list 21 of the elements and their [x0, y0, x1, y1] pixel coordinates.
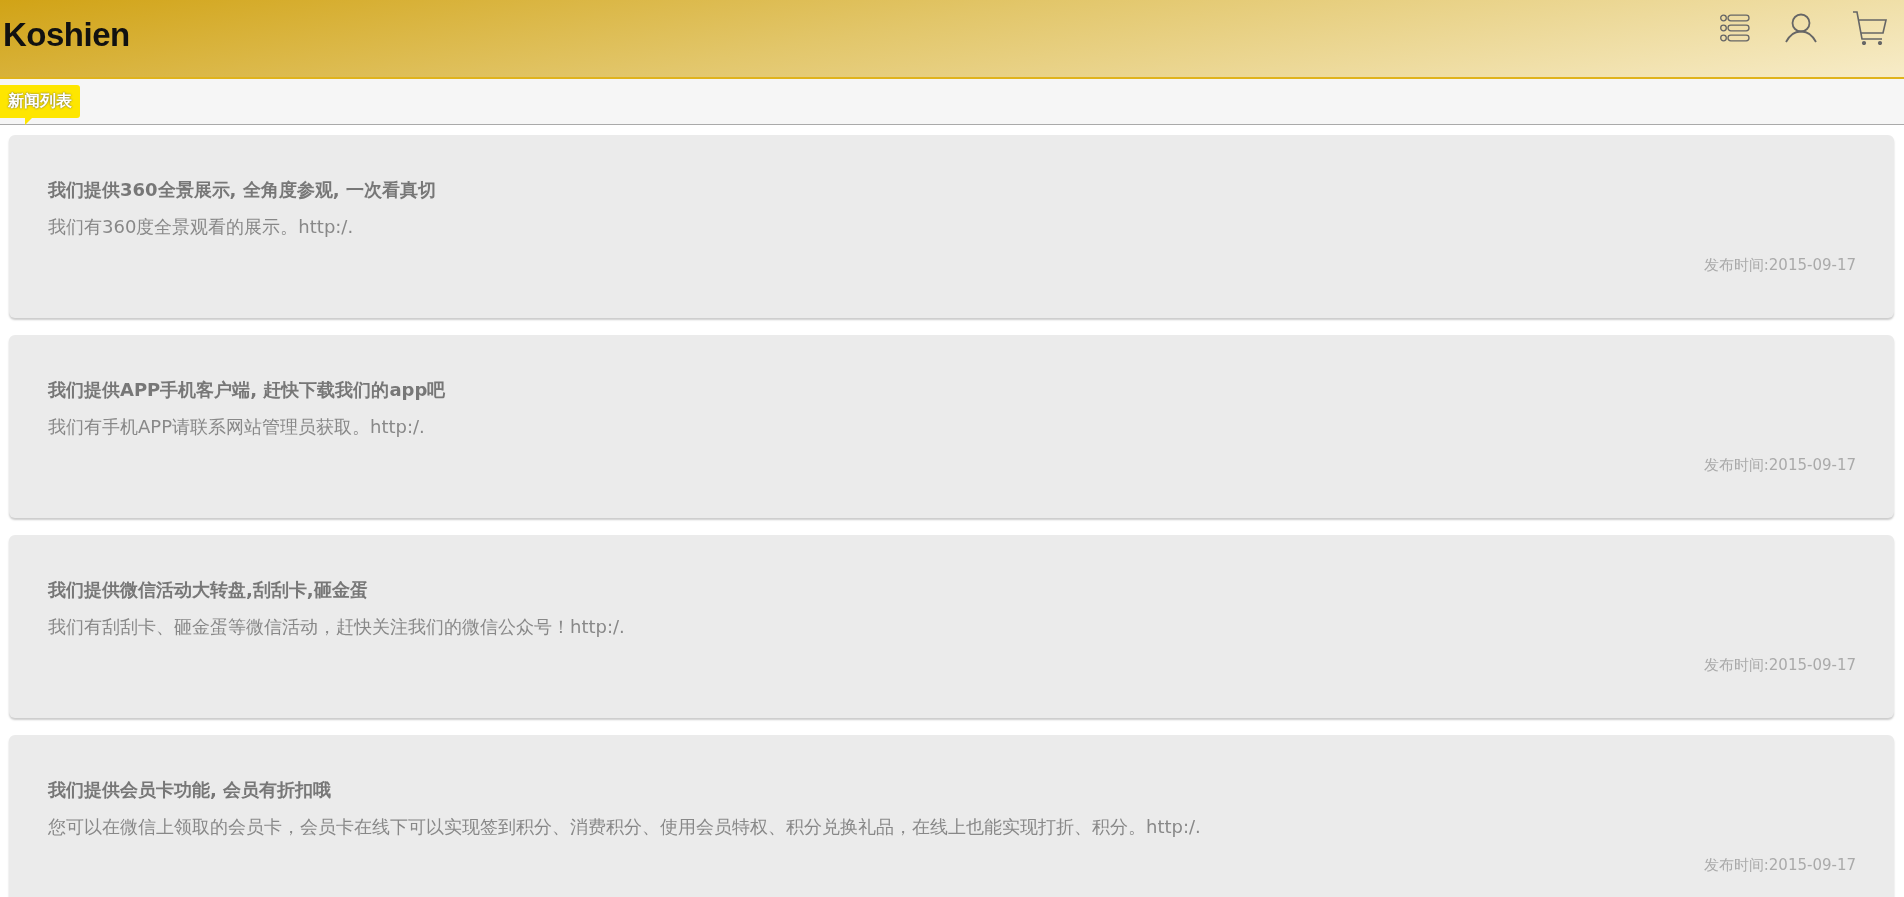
menu-icon[interactable]	[1720, 12, 1750, 43]
news-card[interactable]: 我们提供会员卡功能, 会员有折扣哦 您可以在微信上领取的会员卡，会员卡在线下可以实现签到积分、消费积分、使用会员特权、积分兑换礼品，在线上也能实现打折、积分。http:/. 发布时间:2015-09-17	[9, 735, 1894, 897]
news-summary: 您可以在微信上领取的会员卡，会员卡在线下可以实现签到积分、消费积分、使用会员特权、积分兑换礼品，在线上也能实现打折、积分。http:/.	[48, 815, 1202, 839]
publish-date: 发布时间:2015-09-17	[1703, 856, 1856, 875]
news-summary: 我们有手机APP请联系网站管理员获取。http:/.	[48, 415, 426, 439]
news-card[interactable]: 我们提供微信活动大转盘,刮刮卡,砸金蛋 我们有刮刮卡、砸金蛋等微信活动，赶快关注我们的微信公众号！http:/. 发布时间:2015-09-17	[9, 535, 1894, 718]
news-card[interactable]: 我们提供APP手机客户端, 赶快下载我们的app吧 我们有手机APP请联系网站管理员获取。http:/. 发布时间:2015-09-17	[9, 335, 1894, 518]
news-title: 我们提供360全景展示, 全角度参观, 一次看真切	[48, 178, 437, 202]
publish-date: 发布时间:2015-09-17	[1703, 456, 1856, 475]
logo[interactable]: Koshien	[3, 15, 130, 54]
cart-icon[interactable]	[1852, 10, 1888, 45]
badge-tail	[25, 117, 33, 125]
news-summary: 我们有刮刮卡、砸金蛋等微信活动，赶快关注我们的微信公众号！http:/.	[48, 615, 626, 639]
news-title: 我们提供APP手机客户端, 赶快下载我们的app吧	[48, 378, 447, 402]
news-title: 我们提供会员卡功能, 会员有折扣哦	[48, 778, 333, 802]
news-summary: 我们有360度全景观看的展示。http:/.	[48, 215, 355, 239]
news-card[interactable]: 我们提供360全景展示, 全角度参观, 一次看真切 我们有360度全景观看的展示。http:/. 发布时间:2015-09-17	[9, 135, 1894, 318]
news-title: 我们提供微信活动大转盘,刮刮卡,砸金蛋	[48, 578, 369, 602]
user-icon[interactable]	[1784, 12, 1818, 43]
publish-date: 发布时间:2015-09-17	[1703, 256, 1856, 275]
publish-date: 发布时间:2015-09-17	[1703, 656, 1856, 675]
